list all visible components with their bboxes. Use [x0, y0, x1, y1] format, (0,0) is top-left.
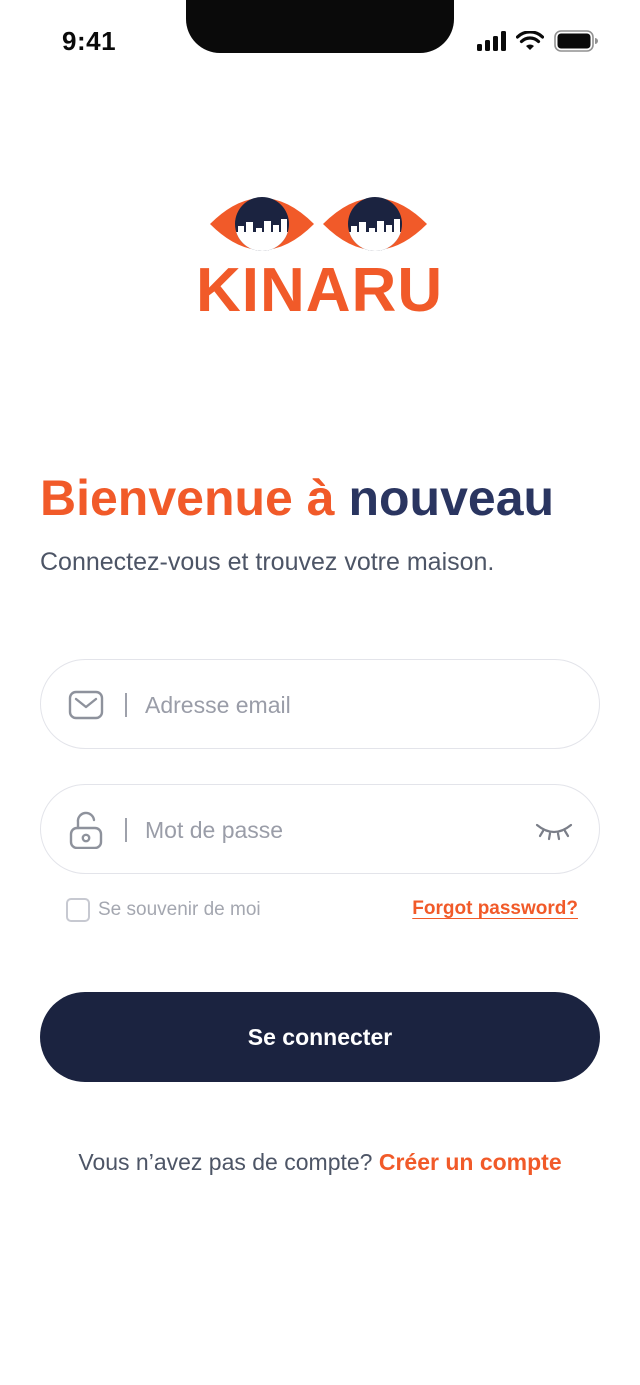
lock-icon	[69, 811, 103, 849]
status-time: 9:41	[62, 26, 117, 56]
field-divider	[125, 693, 127, 717]
wifi-icon	[516, 31, 544, 50]
field-divider	[125, 818, 127, 842]
status-icons	[477, 30, 598, 52]
forgot-password-link[interactable]: Forgot password?	[412, 898, 578, 920]
brand-wordmark: KINARU	[196, 256, 444, 325]
password-field[interactable]	[40, 784, 600, 874]
remember-me-checkbox[interactable]	[66, 898, 90, 922]
status-bar: 9:41	[0, 0, 640, 84]
signup-prompt-text: Vous n’avez pas de compte?	[78, 1149, 373, 1175]
title-rest: nouveau	[348, 470, 555, 526]
battery-icon	[554, 30, 598, 52]
cellular-signal-icon	[477, 31, 506, 51]
remember-me-toggle[interactable]: Se souvenir de moi	[66, 898, 261, 922]
signup-prompt: Vous n’avez pas de compte? Créer un comp…	[0, 1149, 640, 1176]
eye-closed-icon[interactable]	[535, 813, 573, 847]
mail-icon	[68, 690, 104, 720]
create-account-link[interactable]: Créer un compte	[379, 1149, 562, 1175]
password-input[interactable]	[145, 807, 525, 853]
remember-me-label: Se souvenir de moi	[98, 899, 261, 920]
kinaru-logo: KINARU	[196, 186, 444, 325]
email-field[interactable]	[40, 659, 600, 749]
title-highlight: Bienvenue à	[40, 470, 335, 526]
email-input[interactable]	[145, 682, 525, 728]
page-subtitle: Connectez-vous et trouvez votre maison.	[40, 548, 495, 576]
page-title: Bienvenue à nouveau	[40, 468, 554, 528]
login-button[interactable]: Se connecter	[40, 992, 600, 1082]
options-row: Se souvenir de moi Forgot password?	[66, 896, 578, 926]
device-notch	[186, 0, 454, 53]
